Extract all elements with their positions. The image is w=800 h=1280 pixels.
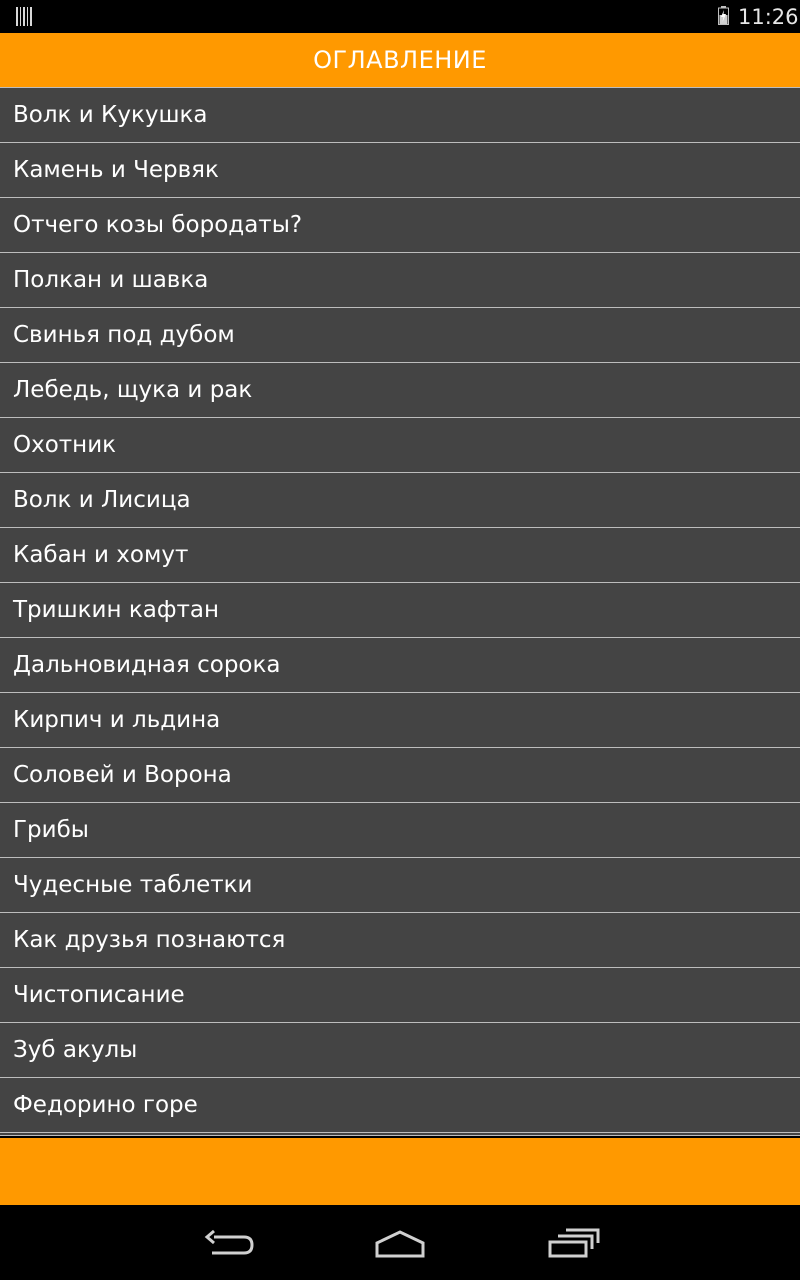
recents-icon[interactable] bbox=[542, 1225, 602, 1261]
list-item[interactable]: Тришкин кафтан bbox=[0, 583, 800, 638]
barcode-icon bbox=[16, 7, 32, 26]
list-item[interactable]: Волк и Лисица bbox=[0, 473, 800, 528]
clock: 11:26 bbox=[738, 5, 799, 29]
list-item[interactable]: Камень и Червяк bbox=[0, 143, 800, 198]
list-item[interactable]: Кирпич и льдина bbox=[0, 693, 800, 748]
list-item[interactable]: Свинья под дубом bbox=[0, 308, 800, 363]
list-item[interactable]: Отчего козы бородаты? bbox=[0, 198, 800, 253]
page-title: ОГЛАВЛЕНИЕ bbox=[313, 46, 487, 74]
list-item[interactable]: Охотник bbox=[0, 418, 800, 473]
navigation-bar bbox=[0, 1205, 800, 1280]
contents-list[interactable]: Волк и Кукушка Камень и Червяк Отчего ко… bbox=[0, 87, 800, 1136]
list-item[interactable]: Зуб акулы bbox=[0, 1023, 800, 1078]
list-item[interactable]: Полкан и шавка bbox=[0, 253, 800, 308]
list-item[interactable]: Дальновидная сорока bbox=[0, 638, 800, 693]
list-item[interactable]: Чистописание bbox=[0, 968, 800, 1023]
header: ОГЛАВЛЕНИЕ bbox=[0, 33, 800, 87]
status-bar: 11:26 bbox=[0, 0, 800, 33]
footer-bar bbox=[0, 1138, 800, 1205]
list-item[interactable]: Кабан и хомут bbox=[0, 528, 800, 583]
list-item-partial[interactable] bbox=[0, 1133, 800, 1136]
home-icon[interactable] bbox=[370, 1225, 430, 1261]
list-item[interactable]: Волк и Кукушка bbox=[0, 87, 800, 143]
list-item[interactable]: Как друзья познаются bbox=[0, 913, 800, 968]
list-item[interactable]: Грибы bbox=[0, 803, 800, 858]
back-icon[interactable] bbox=[200, 1225, 260, 1261]
battery-icon bbox=[718, 6, 729, 25]
list-item[interactable]: Федорино горе bbox=[0, 1078, 800, 1133]
list-item[interactable]: Соловей и Ворона bbox=[0, 748, 800, 803]
list-item[interactable]: Лебедь, щука и рак bbox=[0, 363, 800, 418]
list-item[interactable]: Чудесные таблетки bbox=[0, 858, 800, 913]
